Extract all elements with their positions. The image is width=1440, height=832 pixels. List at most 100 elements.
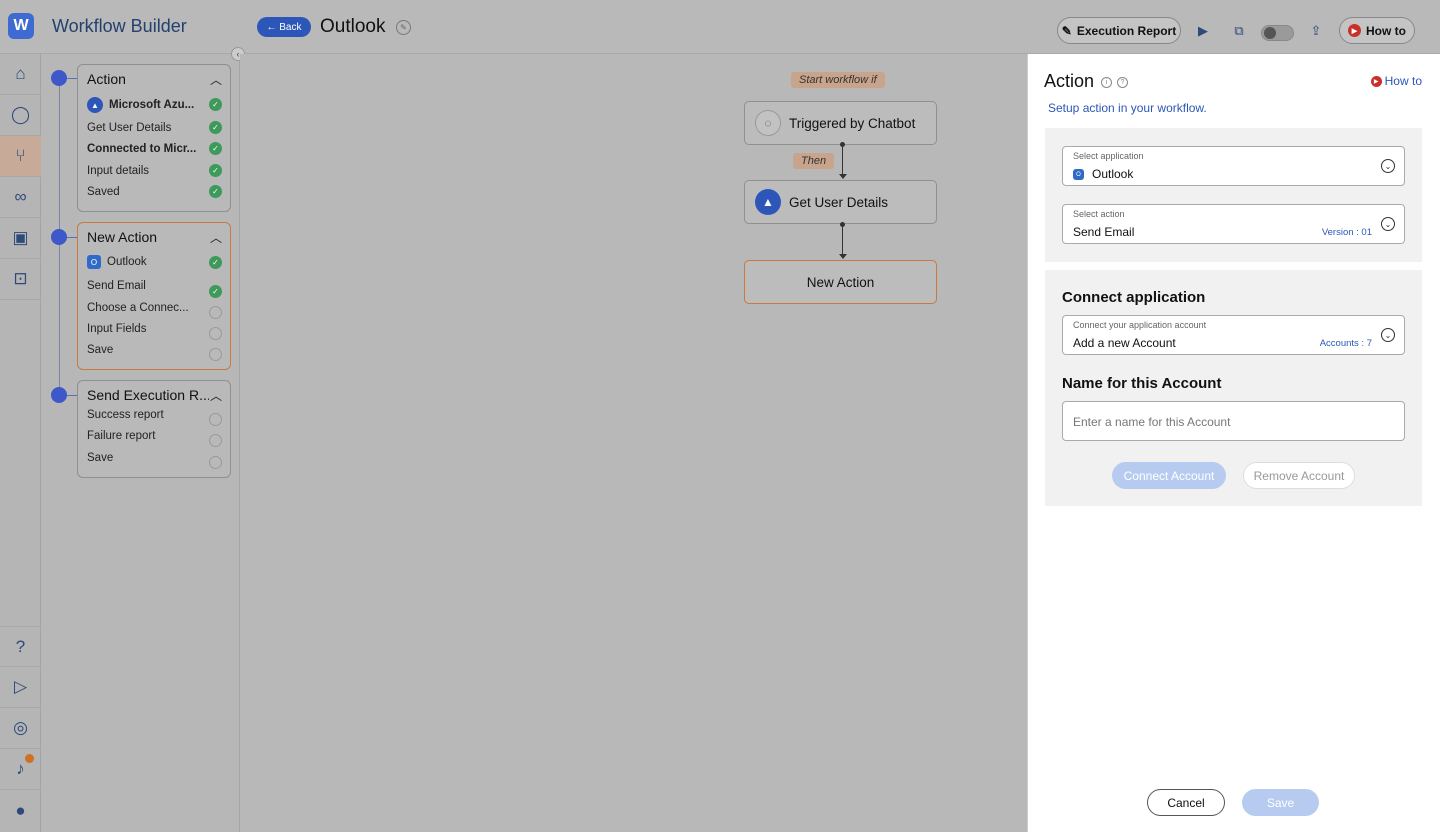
enable-toggle[interactable] <box>1261 25 1294 41</box>
connector-line <box>842 145 843 175</box>
check-icon: ✓ <box>209 142 222 155</box>
chevron-down-icon[interactable]: ⌄ <box>1381 217 1395 231</box>
connect-account-button[interactable]: Connect Account <box>1112 462 1226 489</box>
panel-how-to-link[interactable]: ▶ How to <box>1370 74 1422 88</box>
select-action-dropdown[interactable]: Select action Send Email Version : 01 ⌄ <box>1062 204 1405 244</box>
how-to-label: How to <box>1366 23 1406 38</box>
toggle-knob <box>1264 27 1276 39</box>
chevron-up-icon[interactable]: ︿ <box>210 229 222 246</box>
logo-icon[interactable]: W <box>8 13 34 39</box>
name-heading: Name for this Account <box>1062 375 1222 392</box>
remove-account-button[interactable]: Remove Account <box>1243 462 1355 489</box>
edit-name-icon[interactable]: ✎ <box>396 20 411 35</box>
workflow-icon[interactable]: ⑂ <box>0 136 41 177</box>
user-icon[interactable]: ● <box>0 790 41 831</box>
step-title: New Action <box>87 229 158 245</box>
new-action-node[interactable]: New Action <box>744 260 937 304</box>
back-button[interactable]: ← Back <box>257 17 311 37</box>
pending-circle <box>209 456 222 469</box>
chevron-down-icon[interactable]: ⌄ <box>1381 159 1395 173</box>
account-name-input[interactable]: Enter a name for this Account <box>1062 401 1405 441</box>
chat-icon[interactable]: ◯ <box>0 95 41 136</box>
link-icon[interactable]: ∞ <box>0 177 41 218</box>
field-value: O Outlook <box>1073 167 1133 181</box>
workflow-name: Outlook <box>320 16 386 37</box>
pending-circle <box>209 434 222 447</box>
app-selection-section: Select application O Outlook ⌄ Select act… <box>1045 128 1422 262</box>
pending-circle <box>209 413 222 426</box>
lock-icon[interactable]: ⊡ <box>0 259 41 300</box>
step-app: ▲ Microsoft Azu... <box>87 97 199 113</box>
how-to-button[interactable]: ▶ How to <box>1339 17 1415 44</box>
globe-icon[interactable]: ◎ <box>0 708 41 749</box>
step-dot <box>51 387 67 403</box>
pending-circle <box>209 327 222 340</box>
pending-circle <box>209 306 222 319</box>
trigger-node-label: Triggered by Chatbot <box>789 115 916 131</box>
step-row: Input Fields <box>87 323 147 335</box>
start-tag: Start workflow if <box>791 72 885 88</box>
monitor-icon[interactable]: ▣ <box>0 218 41 259</box>
step-card-action[interactable]: Action ︿ ▲ Microsoft Azu... ✓ Get User De… <box>77 64 231 212</box>
execution-report-label: Execution Report <box>1076 23 1177 38</box>
field-value: Send Email <box>1073 225 1135 239</box>
arrow-down-icon <box>839 174 847 179</box>
field-label: Select application <box>1073 151 1144 161</box>
step-card-new-action[interactable]: New Action ︿ O Outlook ✓ Send Email ✓ Cho… <box>77 222 231 370</box>
check-icon: ✓ <box>209 98 222 111</box>
check-icon: ✓ <box>209 256 222 269</box>
step-row: Connected to Micr... <box>87 143 197 155</box>
video-icon[interactable]: ▷ <box>0 667 41 708</box>
chat-bubble-icon: ◌ <box>755 110 781 136</box>
step-app: O Outlook <box>87 255 199 269</box>
icon-rail: ⌂ ◯ ⑂ ∞ ▣ ⊡ ? ▷ ◎ ♪ ● <box>0 54 41 832</box>
azure-icon: ▲ <box>755 189 781 215</box>
version-label: Version : 01 <box>1321 227 1372 238</box>
step-row: Get User Details <box>87 122 172 134</box>
step-title: Action <box>87 71 126 87</box>
step-card-send-report[interactable]: Send Execution R... ︿ Success report Fai… <box>77 380 231 478</box>
cancel-button[interactable]: Cancel <box>1147 789 1225 816</box>
execution-report-button[interactable]: ✎ Execution Report <box>1057 17 1181 44</box>
copy-icon[interactable]: ⧉ <box>1226 18 1252 44</box>
step-dot <box>51 229 67 245</box>
info-icon[interactable]: i <box>1101 77 1112 88</box>
play-icon[interactable]: ▶ <box>1190 18 1216 44</box>
check-icon: ✓ <box>209 121 222 134</box>
account-dropdown[interactable]: Connect your application account Add a n… <box>1062 315 1405 355</box>
account-name-placeholder: Enter a name for this Account <box>1073 415 1231 429</box>
step-row: Failure report <box>87 430 156 442</box>
connect-section: Connect application Connect your applica… <box>1045 270 1422 506</box>
app: W Workflow Builder ← Back Outlook ✎ ✎ Ex… <box>0 0 1440 832</box>
chevron-down-icon[interactable]: ⌄ <box>1381 328 1395 342</box>
select-application-dropdown[interactable]: Select application O Outlook ⌄ <box>1062 146 1405 186</box>
step-row: Save <box>87 344 114 356</box>
help-icon[interactable]: ? <box>0 626 41 667</box>
chevron-up-icon[interactable]: ︿ <box>210 71 222 88</box>
home-icon[interactable]: ⌂ <box>0 54 41 95</box>
video-play-icon: ▶ <box>1370 75 1382 87</box>
step-title: Send Execution R... <box>87 387 209 403</box>
edit-report-icon: ✎ <box>1061 23 1072 38</box>
outlook-icon: O <box>1073 169 1084 181</box>
outlook-icon: O <box>87 255 101 269</box>
save-button[interactable]: Save <box>1242 789 1319 816</box>
chevron-up-icon[interactable]: ︿ <box>210 387 222 404</box>
trigger-node[interactable]: ◌ Triggered by Chatbot <box>744 101 937 145</box>
bell-icon[interactable]: ♪ <box>0 749 41 790</box>
action-node[interactable]: ▲ Get User Details <box>744 180 937 224</box>
field-label: Select action <box>1073 209 1125 219</box>
step-row: Save <box>87 452 114 464</box>
then-tag: Then <box>793 153 835 169</box>
top-bar: W Workflow Builder ← Back Outlook ✎ ✎ Ex… <box>0 0 1440 54</box>
upload-icon[interactable]: ⇪ <box>1303 18 1329 44</box>
step-row: Send Email <box>87 280 146 292</box>
action-panel: Action i ? ▶ How to Setup action in your… <box>1027 54 1440 832</box>
azure-icon: ▲ <box>87 97 103 113</box>
notification-dot <box>25 754 34 763</box>
workflow-canvas[interactable] <box>240 54 1027 832</box>
help-icon[interactable]: ? <box>1117 77 1128 88</box>
check-icon: ✓ <box>209 164 222 177</box>
step-row: Choose a Connec... <box>87 302 189 314</box>
check-icon: ✓ <box>209 285 222 298</box>
